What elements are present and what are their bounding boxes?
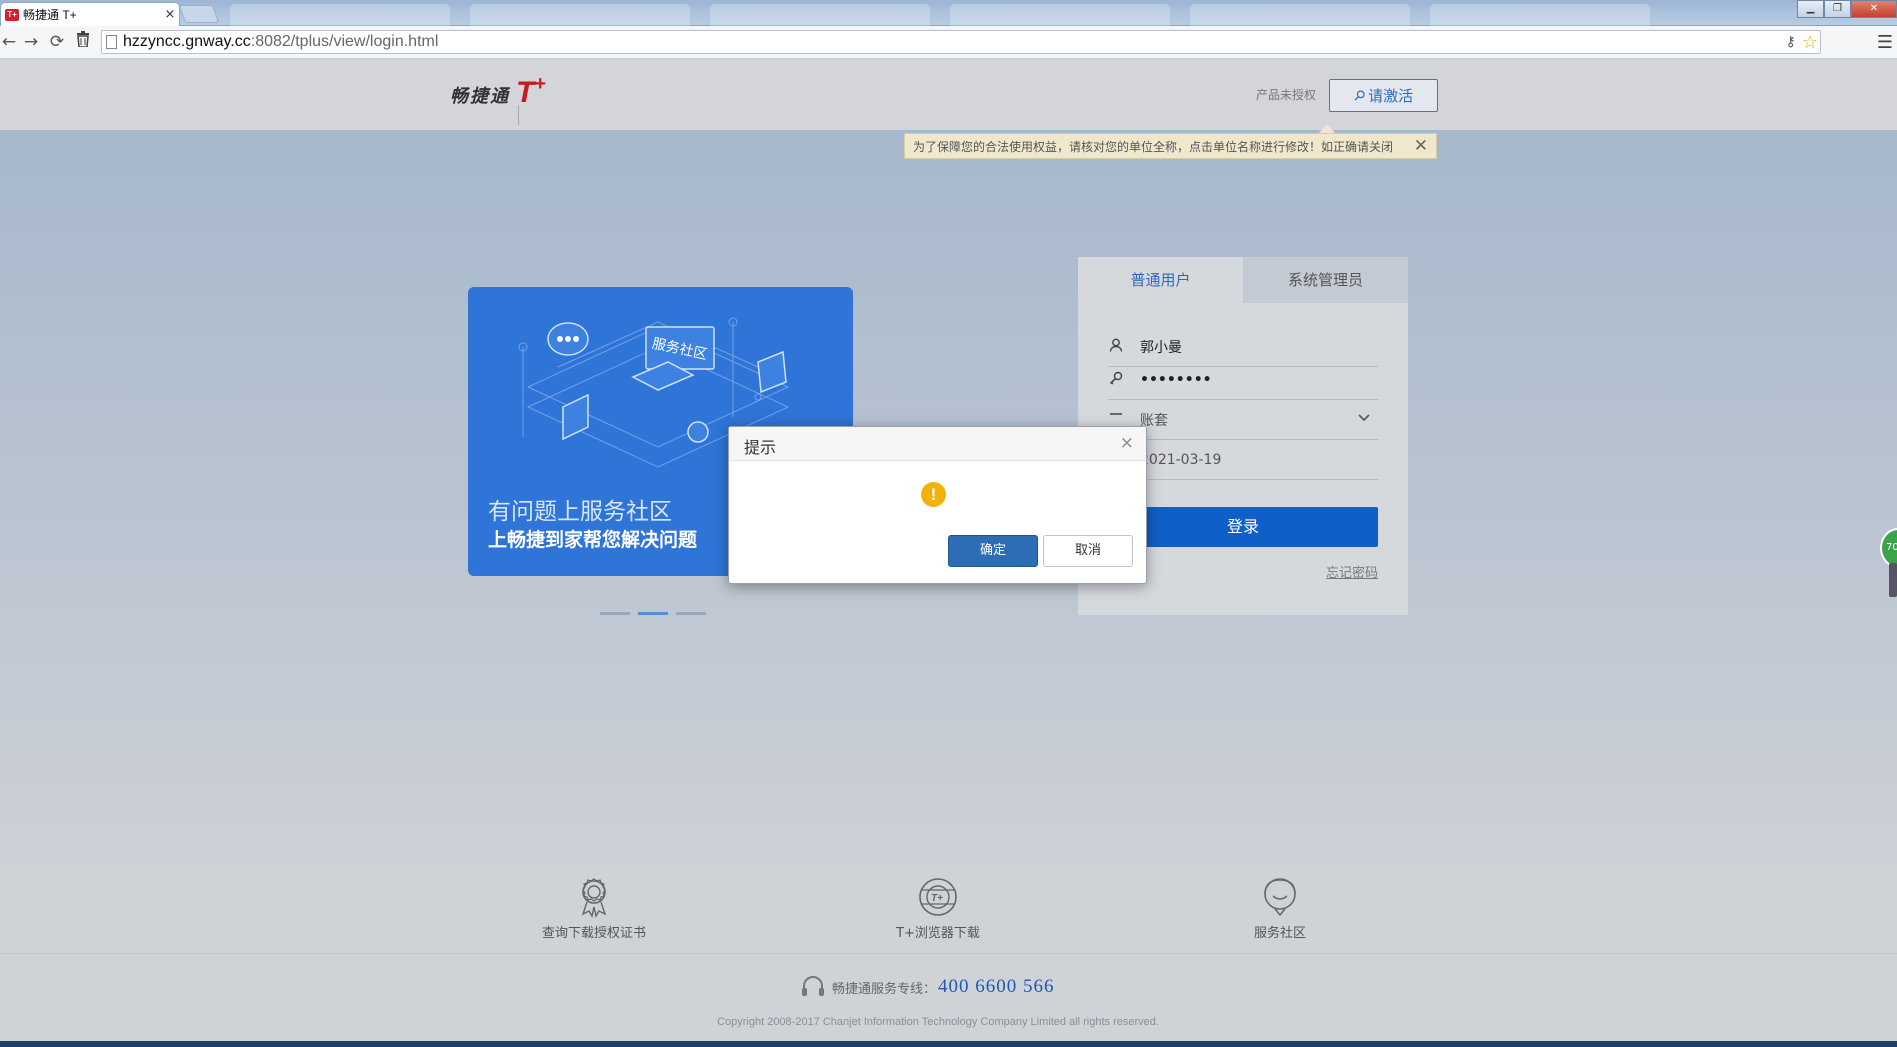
carousel-dot-active[interactable]: [638, 612, 668, 615]
notice-text: 为了保障您的合法使用权益，请核对您的单位全称，点击单位名称进行修改！如正确请关闭: [913, 139, 1394, 154]
notice-close-icon[interactable]: ✕: [1414, 136, 1428, 156]
banner-title: 有问题上服务社区: [488, 499, 672, 525]
dialog-title: 提示: [744, 438, 777, 457]
account-set-select[interactable]: 账套: [1108, 400, 1378, 440]
cancel-button[interactable]: 取消: [1043, 535, 1133, 567]
logo-text: 畅捷通: [450, 86, 510, 107]
key-icon[interactable]: ⚷: [1786, 34, 1796, 50]
floating-widget-handle[interactable]: [1889, 563, 1897, 597]
banner-subtitle: 上畅捷到家帮您解决问题: [488, 529, 698, 551]
password-value: ••••••••: [1140, 371, 1212, 388]
window-controls: ▁ ❐ ✕: [1797, 0, 1897, 18]
logo-plus: +: [534, 73, 547, 95]
tplus-favicon-icon: T+: [5, 8, 19, 21]
background-tab[interactable]: [710, 4, 930, 26]
address-bar[interactable]: hzzyncc.gnway.cc :8082/tplus/view/login.…: [101, 30, 1821, 54]
tab-regular-user[interactable]: 普通用户: [1078, 257, 1243, 303]
logo-product: T: [516, 76, 535, 109]
footer-link-label: 服务社区: [1253, 926, 1306, 941]
page-header: 畅捷通 T + 产品未授权 ⚲ 请激活: [0, 60, 1897, 130]
hotline-label: 畅捷通服务专线：: [832, 981, 937, 997]
community-icon: [1264, 878, 1296, 917]
forward-icon[interactable]: →: [18, 29, 44, 55]
background-tab[interactable]: [230, 4, 450, 26]
activate-button[interactable]: ⚲ 请激活: [1329, 79, 1438, 112]
footer-links: 查询下载授权证书 T+ T+浏览器下载 服务社区: [0, 864, 1897, 954]
copyright: Copyright 2008-2017 Chanjet Information …: [717, 1016, 1159, 1028]
footer-link-browser[interactable]: T+ T+浏览器下载: [858, 876, 1018, 941]
browser-icon: T+: [919, 878, 957, 916]
minimize-icon[interactable]: ▁: [1797, 0, 1824, 18]
new-tab-button[interactable]: [178, 5, 220, 23]
url-path: :8082/tplus/view/login.html: [250, 33, 439, 50]
carousel-dot[interactable]: [676, 612, 706, 615]
notice-bar: 为了保障您的合法使用权益，请核对您的单位全称，点击单位名称进行修改！如正确请关闭…: [904, 133, 1437, 159]
footer-link-certificate[interactable]: 查询下载授权证书: [514, 876, 674, 941]
trash-icon[interactable]: [70, 29, 96, 55]
service-hotline: 畅捷通服务专线： 400 6600 566: [800, 974, 1055, 1000]
page-footer: 查询下载授权证书 T+ T+浏览器下载 服务社区 畅捷通服务专线： 400 66…: [0, 864, 1897, 1044]
chevron-down-icon[interactable]: [1358, 410, 1370, 426]
taskbar: [0, 1041, 1897, 1047]
tab-system-admin[interactable]: 系统管理员: [1243, 257, 1408, 303]
svg-text:T+: T+: [931, 893, 943, 904]
browser-tab-strip: T+ 畅捷通 T+ × ▁ ❐ ✕: [0, 0, 1897, 26]
tab-title: 畅捷通 T+: [23, 8, 77, 22]
date-field[interactable]: 2021-03-19: [1108, 440, 1378, 480]
footer-link-label: 查询下载授权证书: [541, 926, 646, 941]
headset-icon: [802, 976, 824, 996]
user-icon: [1108, 338, 1140, 356]
star-icon[interactable]: ☆: [1802, 32, 1818, 53]
key-icon: [1108, 371, 1140, 389]
background-tab[interactable]: [950, 4, 1170, 26]
dialog-close-icon[interactable]: ×: [1120, 433, 1134, 453]
carousel-dot[interactable]: [600, 612, 630, 615]
carousel-indicators: [600, 612, 714, 615]
url-host: hzzyncc.gnway.cc: [123, 33, 251, 50]
unlicensed-label: 产品未授权: [1256, 88, 1317, 102]
alert-dialog: 提示 × ! 确定 取消: [728, 426, 1147, 584]
divider: [518, 105, 519, 125]
forgot-password-link[interactable]: 忘记密码: [1326, 562, 1378, 581]
restore-icon[interactable]: ❐: [1824, 0, 1851, 18]
reload-icon[interactable]: ⟳: [44, 29, 70, 55]
login-button[interactable]: 登录: [1108, 507, 1378, 547]
password-field[interactable]: ••••••••: [1108, 360, 1378, 400]
ok-button[interactable]: 确定: [948, 535, 1038, 567]
certificate-icon: [581, 878, 607, 918]
dialog-header: 提示 ×: [729, 427, 1146, 461]
date-value: 2021-03-19: [1140, 451, 1222, 468]
window-close-icon[interactable]: ✕: [1851, 0, 1897, 18]
username-value: 郭小曼: [1140, 339, 1182, 356]
menu-icon[interactable]: ☰: [1877, 32, 1893, 53]
hotline-number: 400 6600 566: [938, 976, 1055, 997]
activate-label: 请激活: [1368, 87, 1414, 105]
page-icon: [106, 35, 117, 49]
tab-close-icon[interactable]: ×: [161, 7, 179, 22]
background-tab[interactable]: [470, 4, 690, 26]
footer-link-community[interactable]: 服务社区: [1200, 876, 1360, 941]
back-icon[interactable]: ←: [0, 29, 18, 55]
browser-tab-active[interactable]: T+ 畅捷通 T+ ×: [0, 2, 180, 26]
login-tabs: 普通用户 系统管理员: [1078, 257, 1408, 303]
key-icon: ⚲: [1349, 86, 1369, 105]
footer-link-label: T+浏览器下载: [896, 926, 980, 941]
browser-toolbar: ← → ⟳ hzzyncc.gnway.cc :8082/tplus/view/…: [0, 26, 1897, 59]
background-tab[interactable]: [1430, 4, 1650, 26]
warning-icon: !: [921, 482, 946, 507]
chanjet-logo: 畅捷通 T +: [450, 73, 546, 109]
background-tab[interactable]: [1190, 4, 1410, 26]
